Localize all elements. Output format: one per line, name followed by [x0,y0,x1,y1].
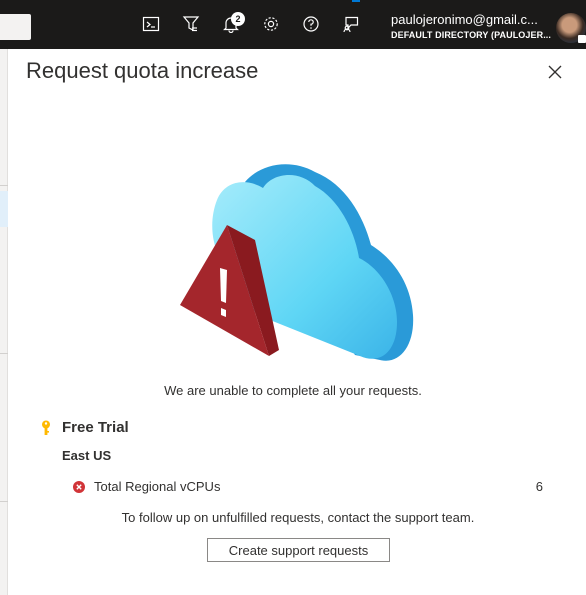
active-indicator [352,0,360,2]
divider [0,185,8,186]
subscription-name: Free Trial [62,419,129,436]
key-icon [42,420,50,435]
global-search-input[interactable] [0,14,31,40]
followup-message: To follow up on unfulfilled requests, co… [121,510,475,525]
directory-filter-icon[interactable] [179,12,203,36]
quota-item: Total Regional vCPUs 6 [73,479,543,494]
help-icon[interactable] [299,12,323,36]
page-title: Request quota increase [26,58,259,83]
avatar-status-indicator [578,35,586,43]
background-selected-row [0,191,8,227]
cloud-shell-icon[interactable] [139,12,163,36]
region-label: East US [62,448,112,463]
top-navigation-bar: 2 paulojeronimo@gmail.c... DEFAULT DIREC… [0,0,586,49]
account-directory: DEFAULT DIRECTORY (PAULOJER... [391,30,551,40]
divider [0,501,8,502]
close-button[interactable] [543,60,567,84]
error-message: We are unable to complete all your reque… [164,383,422,398]
feedback-icon[interactable] [339,12,363,36]
create-support-requests-button[interactable]: Create support requests [207,538,390,562]
settings-icon[interactable] [259,12,283,36]
quota-name: Total Regional vCPUs [94,479,221,494]
account-email: paulojeronimo@gmail.c... [391,12,538,27]
quota-value: 6 [535,479,543,494]
error-icon [73,480,85,493]
close-icon [548,65,562,79]
subscription-row: Free Trial [40,419,129,436]
exclamation-mark [220,268,227,303]
quota-error-illustration [175,160,425,370]
divider [0,353,8,354]
account-menu[interactable]: paulojeronimo@gmail.c... DEFAULT DIRECTO… [391,12,551,40]
notification-count-badge: 2 [231,12,245,26]
